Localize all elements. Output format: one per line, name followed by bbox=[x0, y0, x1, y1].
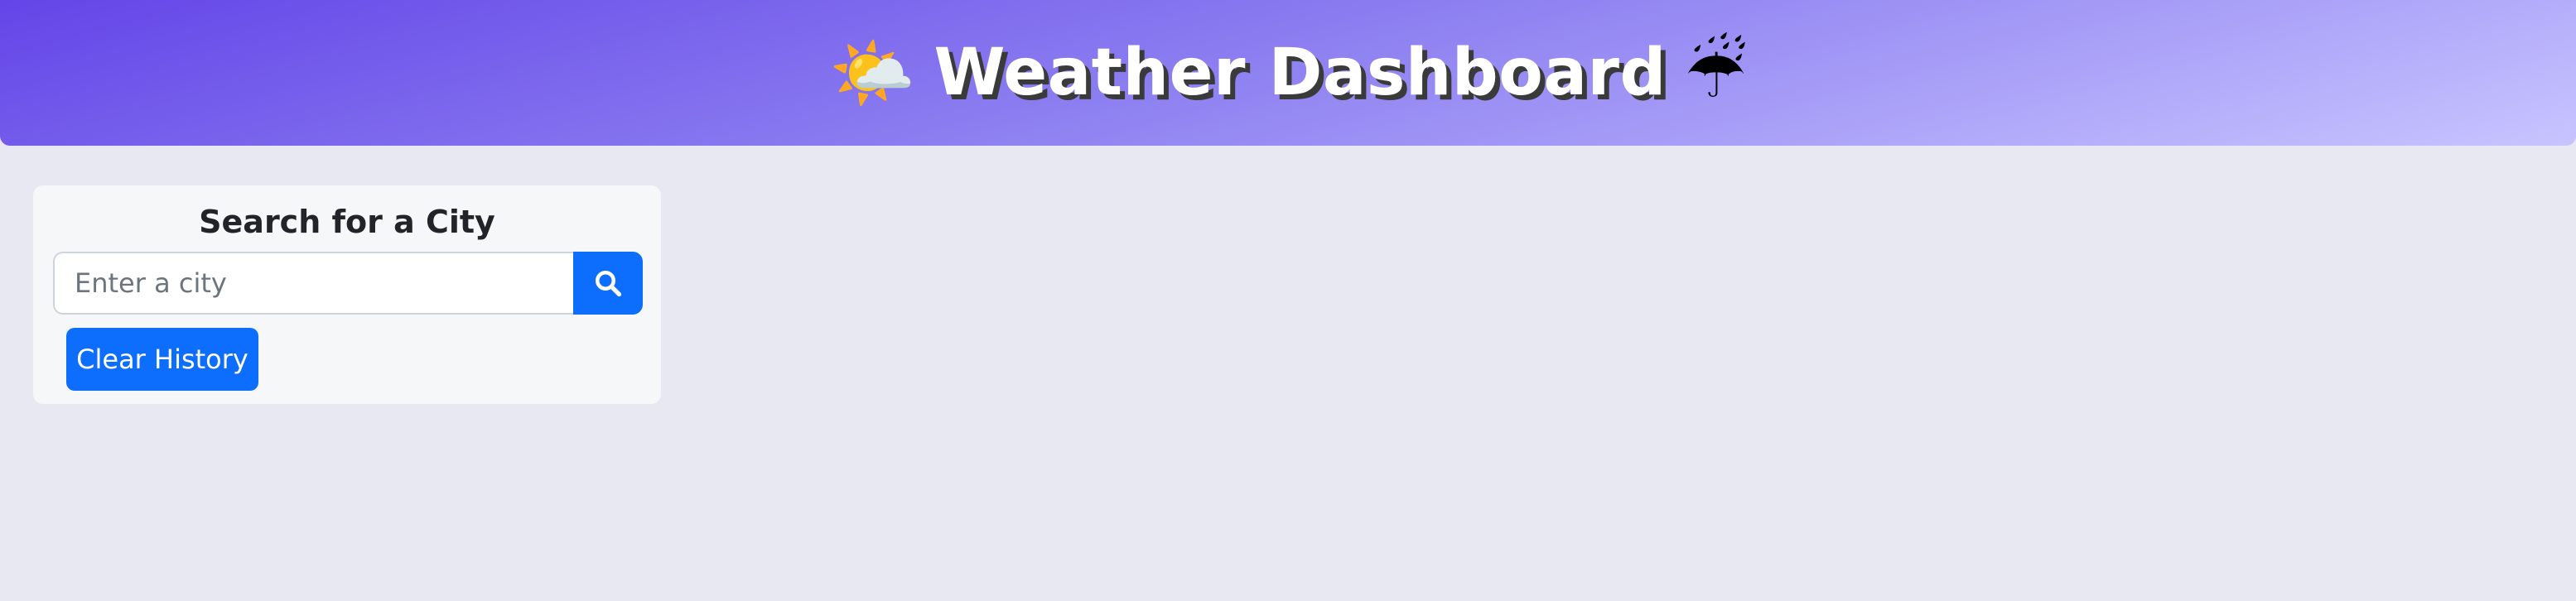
page-header: 🌤️ Weather Dashboard ☔ bbox=[0, 0, 2576, 146]
search-heading: Search for a City bbox=[199, 204, 495, 240]
page-title: Weather Dashboard bbox=[933, 36, 1667, 110]
header-content: 🌤️ Weather Dashboard ☔ bbox=[829, 36, 1747, 110]
search-input-group bbox=[53, 252, 643, 315]
city-search-panel: Search for a City Clear History bbox=[33, 185, 661, 404]
search-icon bbox=[596, 271, 622, 297]
sun-behind-cloud-icon: 🌤️ bbox=[828, 32, 916, 113]
clear-history-button[interactable]: Clear History bbox=[66, 328, 258, 391]
city-search-input[interactable] bbox=[53, 252, 573, 315]
search-button[interactable] bbox=[573, 252, 643, 315]
umbrella-rain-icon: ☔ bbox=[1684, 32, 1748, 113]
